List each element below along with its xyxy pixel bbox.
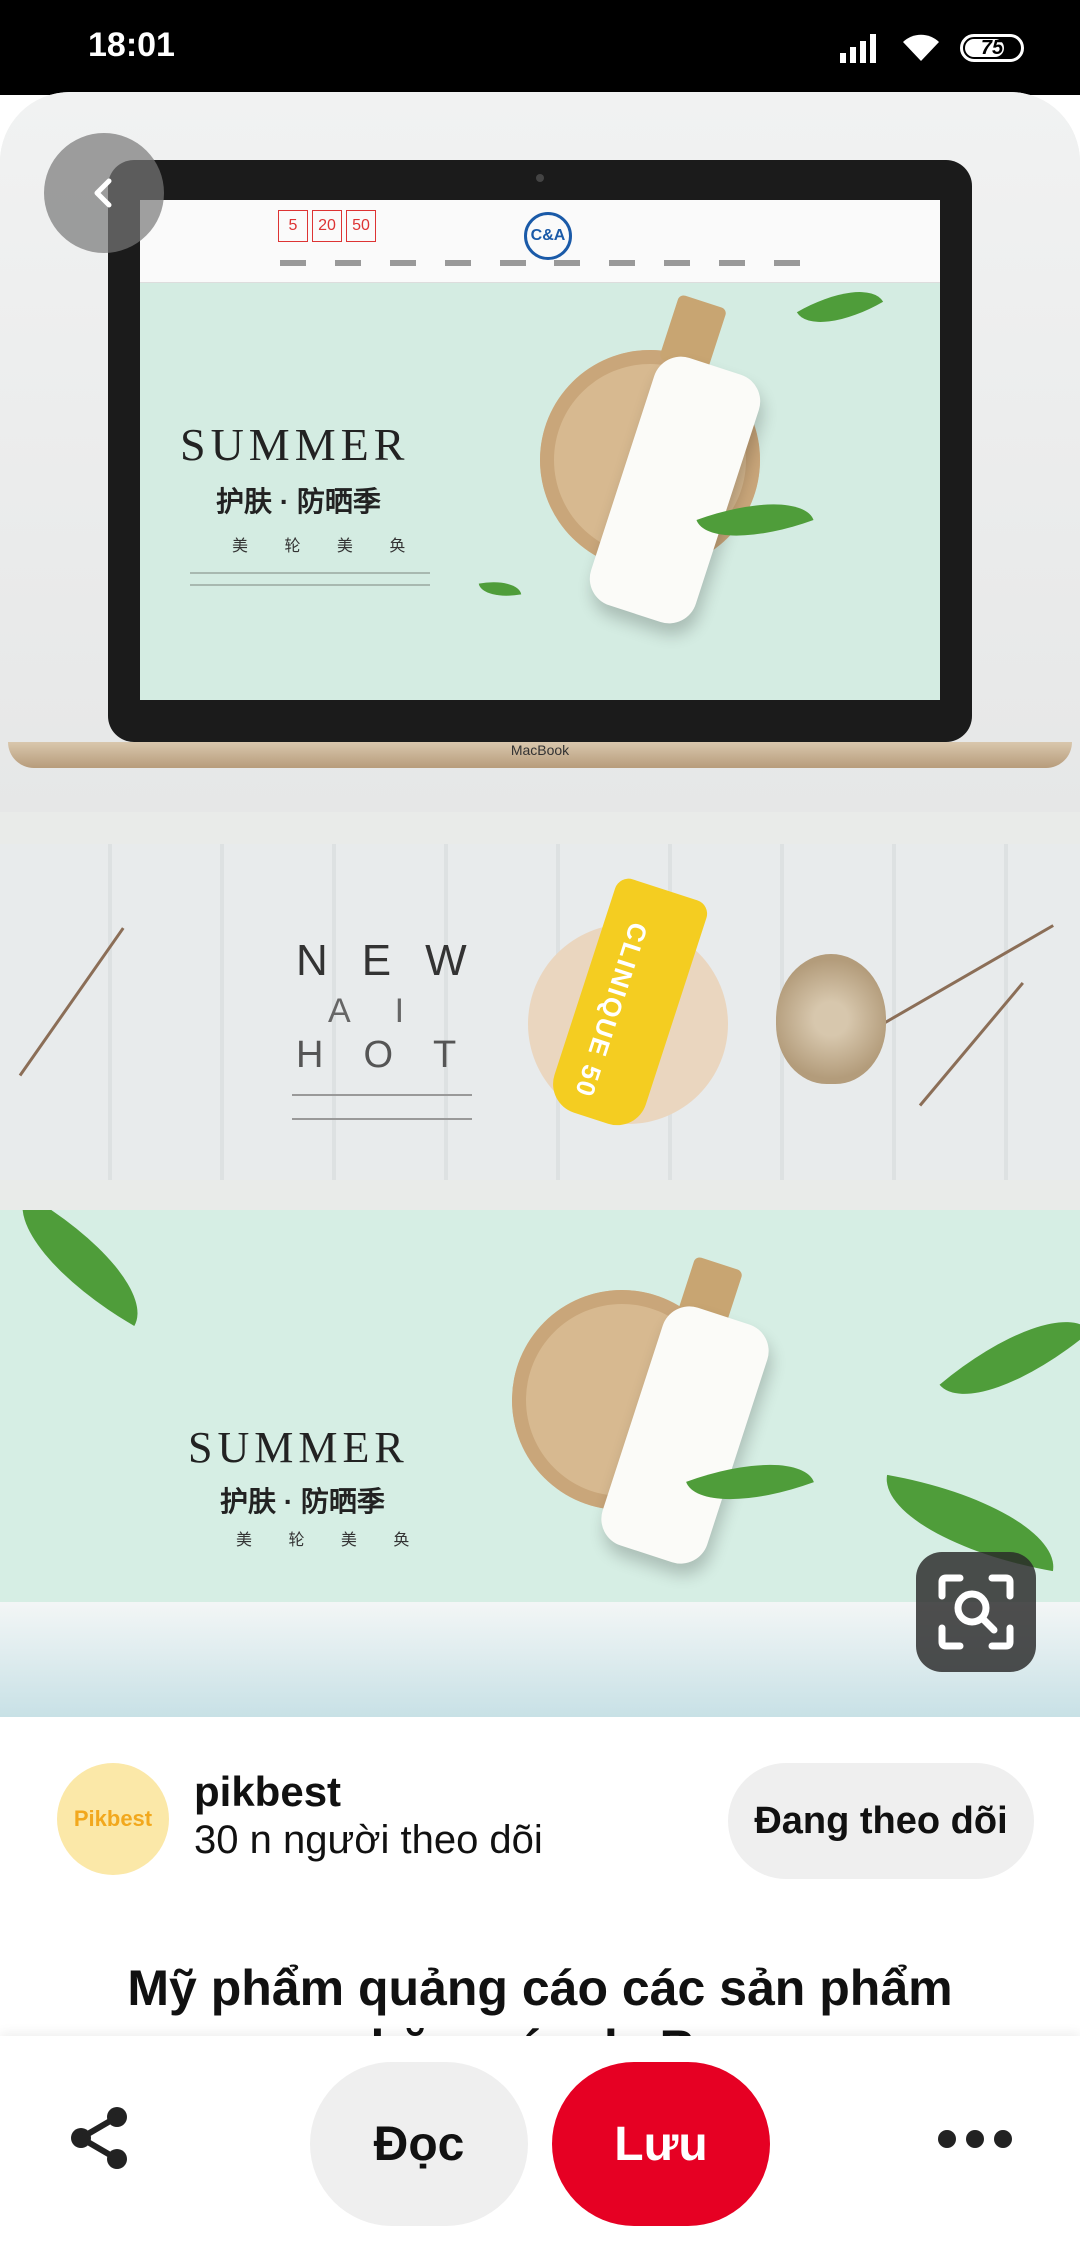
following-button[interactable]: Đang theo dõi [728, 1763, 1034, 1879]
branch-decoration [879, 924, 1054, 1027]
banner-title: SUMMER [188, 1423, 409, 1472]
branch-decoration [918, 981, 1024, 1107]
promo-item: 5 [278, 210, 308, 242]
site-nav [280, 260, 800, 266]
more-icon [966, 2130, 984, 2148]
pin-title: Mỹ phẩm quảng cáo các sản phẩm [127, 1960, 953, 2016]
banner-tags: 美 轮 美 奂 [232, 538, 422, 555]
battery-icon: 75 [960, 34, 1024, 62]
new-banner-lines [292, 1094, 472, 1120]
new-text: NEW [296, 936, 501, 985]
creator-name[interactable]: pikbest [194, 1768, 341, 1816]
hot-text: HOT [296, 1034, 497, 1076]
visual-search-button[interactable] [916, 1552, 1036, 1672]
leaf-decoration [478, 576, 522, 602]
laptop-base: MacBook [8, 742, 1072, 768]
wifi-icon [903, 34, 939, 61]
read-button[interactable]: Đọc [310, 2062, 528, 2226]
back-button[interactable] [44, 133, 164, 253]
creator-followers: 30 n người theo dõi [194, 1818, 543, 1862]
branch-decoration [18, 927, 125, 1077]
bottom-action-bar: Đọc Lưu [0, 2036, 1080, 2248]
new-banner-panel: NEW AI HOT CLINIQUE 50 [0, 844, 1080, 1180]
status-icons: 75 [838, 26, 1024, 70]
banner-lines [190, 572, 430, 586]
promo-box: 5 20 50 [278, 210, 376, 242]
battery-level: 75 [980, 36, 1004, 59]
laptop-screen: 5 20 50 C&A SUMMER 护肤 · 防晒季 美 轮 美 奂 [140, 200, 940, 700]
signal-icon [840, 34, 876, 63]
leaf-decoration [0, 1210, 165, 1326]
leaf-decoration [939, 1288, 1080, 1428]
more-icon [938, 2130, 956, 2148]
brand-logo: C&A [524, 212, 572, 260]
creator-avatar[interactable]: Pikbest [57, 1763, 169, 1875]
banner-subtitle: 护肤 · 防晒季 [220, 1486, 385, 1517]
back-arrow-icon [94, 178, 112, 208]
status-bar: 18:01 75 [0, 0, 1080, 95]
share-button[interactable] [62, 2100, 138, 2176]
site-header: 5 20 50 C&A [140, 200, 940, 283]
ai-text: AI [328, 992, 449, 1030]
banner-subtitle: 护肤 · 防晒季 [216, 486, 381, 517]
visual-search-icon [938, 1574, 1014, 1650]
promo-item: 20 [312, 210, 342, 242]
more-icon [994, 2130, 1012, 2148]
save-button[interactable]: Lưu [552, 2062, 770, 2226]
status-time: 18:01 [88, 26, 175, 64]
pin-image[interactable]: 5 20 50 C&A SUMMER 护肤 · 防晒季 美 轮 美 奂 MacB… [0, 92, 1080, 1717]
banner-tags: 美 轮 美 奂 [236, 1532, 426, 1549]
banner-title: SUMMER [180, 419, 410, 470]
laptop-frame: 5 20 50 C&A SUMMER 护肤 · 防晒季 美 轮 美 奂 [108, 160, 972, 742]
summer-banner-panel: SUMMER 护肤 · 防晒季 美 轮 美 奂 [0, 1210, 1080, 1602]
more-button[interactable] [930, 2114, 1020, 2164]
promo-item: 50 [346, 210, 376, 242]
share-icon [71, 2107, 127, 2169]
laptop-label: MacBook [510, 742, 570, 758]
pinecone-decoration [776, 954, 886, 1084]
